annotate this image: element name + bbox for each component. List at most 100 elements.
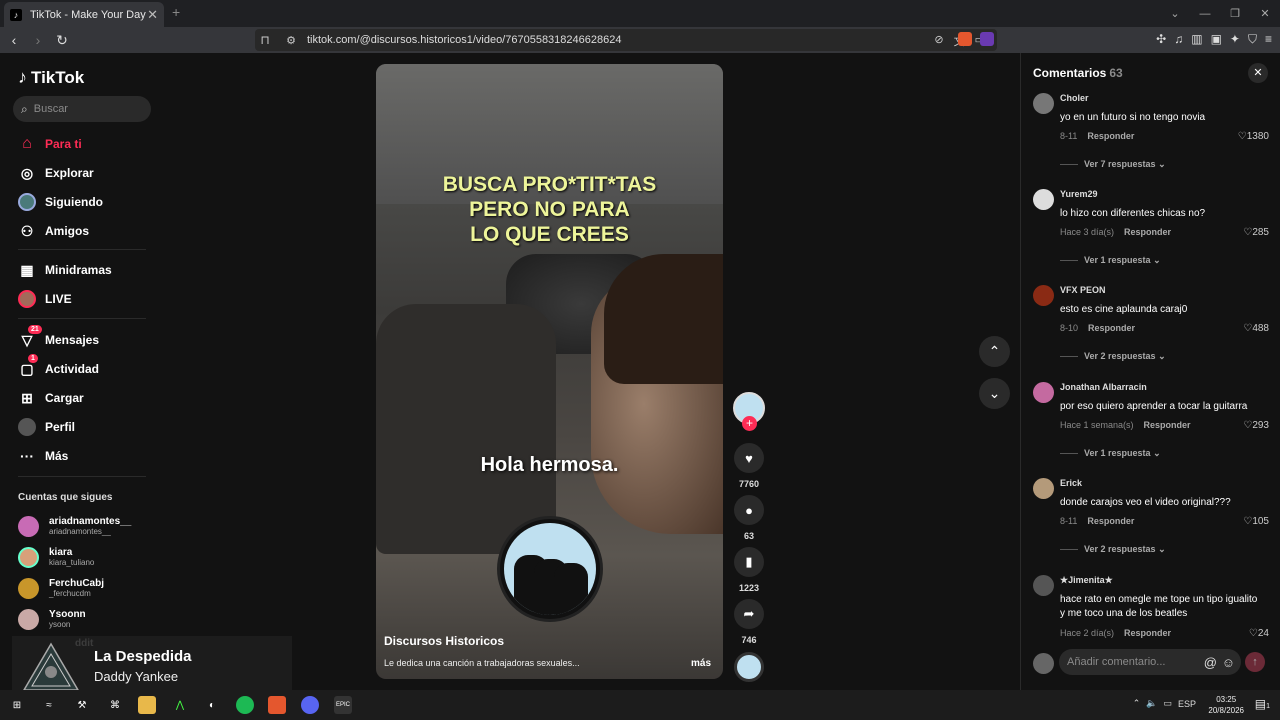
view-replies-button[interactable]: Ver 1 respuesta ⌄	[1060, 255, 1161, 266]
view-replies-button[interactable]: Ver 1 respuesta ⌄	[1060, 448, 1161, 459]
search-input[interactable]: ⌕ Buscar	[13, 96, 151, 122]
comment-like-button[interactable]: ♡24	[1249, 628, 1269, 639]
epic-games-icon[interactable]: EPIC	[334, 696, 352, 714]
taskbar-app-icon[interactable]: ◐	[203, 696, 221, 714]
nav-live[interactable]: LIVE	[18, 289, 72, 309]
close-icon[interactable]: ✕	[1248, 63, 1268, 83]
taskbar-app-icon[interactable]: ⋀	[171, 696, 189, 714]
window-close-icon[interactable]: ✕	[1250, 7, 1280, 20]
comment-like-button[interactable]: ♡285	[1243, 227, 1269, 238]
reply-button[interactable]: Responder	[1088, 323, 1135, 333]
extensions-icon[interactable]: ✣	[1156, 32, 1166, 47]
nav-explorar[interactable]: ◎ Explorar	[18, 163, 94, 183]
comment-like-button[interactable]: ♡1380	[1238, 131, 1269, 142]
view-replies-button[interactable]: Ver 2 respuestas ⌄	[1060, 351, 1166, 362]
nav-para-ti[interactable]: ⌂ Para ti	[18, 134, 82, 154]
leo-ai-icon[interactable]: ✦	[1230, 32, 1240, 47]
tray-chevron-icon[interactable]: ⌃	[1133, 698, 1141, 709]
save-button[interactable]: ▮	[734, 547, 764, 577]
following-item[interactable]: ariadnamontes__ ariadnamontes__	[18, 512, 131, 540]
emoji-icon[interactable]: ☺	[1222, 655, 1235, 670]
reply-button[interactable]: Responder	[1087, 516, 1134, 526]
comment-input[interactable]: Añadir comentario... @ ☺	[1059, 649, 1241, 675]
reply-button[interactable]: Responder	[1144, 420, 1191, 430]
taskbar-app-icon[interactable]: ≈	[40, 696, 58, 714]
wallet-icon[interactable]: ▣	[1211, 32, 1222, 47]
following-item[interactable]: kiara kiara_tuliano	[18, 543, 94, 571]
back-icon[interactable]: ‹	[4, 32, 24, 48]
avatar[interactable]	[1033, 189, 1054, 210]
comment-button[interactable]: ●	[734, 495, 764, 525]
media-icon[interactable]: ♫	[1174, 32, 1183, 47]
avatar[interactable]	[1033, 478, 1054, 499]
avatar[interactable]	[1033, 285, 1054, 306]
windows-start-icon[interactable]: ⊞	[8, 696, 26, 714]
brave-icon[interactable]	[268, 696, 286, 714]
menu-icon[interactable]: ≡	[1265, 32, 1272, 47]
comment-like-button[interactable]: ♡105	[1243, 516, 1269, 527]
sidebar-divider	[18, 318, 146, 319]
address-bar[interactable]: ⊓ ⚙ tiktok.com/@discursos.historicos1/vi…	[255, 29, 997, 51]
nav-siguiendo[interactable]: Siguiendo	[18, 192, 103, 212]
video-player[interactable]: BUSCA PRO*TIT*TAS PERO NO PARA LO QUE CR…	[376, 64, 723, 679]
forward-icon[interactable]: ›	[28, 32, 48, 48]
nav-amigos[interactable]: ⚇ Amigos	[18, 221, 89, 241]
music-disc-icon[interactable]	[734, 652, 764, 682]
sidebar-toggle-icon[interactable]: ▥	[1191, 32, 1202, 47]
avatar[interactable]	[1033, 382, 1054, 403]
tab-search-icon[interactable]: ⌄	[1160, 7, 1190, 20]
reply-button[interactable]: Responder	[1087, 131, 1134, 141]
share-button[interactable]: ➦	[734, 599, 764, 629]
following-item[interactable]: Ysoonn ysoon	[18, 605, 86, 633]
new-tab-button[interactable]: +	[172, 4, 180, 20]
view-replies-button[interactable]: Ver 7 respuestas ⌄	[1060, 159, 1166, 170]
clock[interactable]: 03:25 20/8/2026	[1208, 694, 1244, 716]
video-author[interactable]: Discursos Historicos	[384, 634, 504, 648]
comment-like-button[interactable]: ♡293	[1243, 420, 1269, 431]
discord-icon[interactable]	[301, 696, 319, 714]
nav-perfil[interactable]: Perfil	[18, 417, 75, 437]
taskbar-app-icon[interactable]: ⌘	[106, 696, 124, 714]
browser-tab[interactable]: ♪ TikTok - Make Your Day ✕	[4, 2, 164, 27]
send-comment-button[interactable]: ↑	[1245, 652, 1265, 672]
reply-button[interactable]: Responder	[1124, 628, 1171, 638]
next-video-button[interactable]: ⌄	[979, 378, 1010, 409]
brave-shield-icon[interactable]	[958, 32, 972, 46]
maximize-icon[interactable]: ❐	[1220, 7, 1250, 20]
vpn-icon[interactable]: ⛉	[1248, 32, 1257, 47]
mention-icon[interactable]: @	[1204, 655, 1217, 670]
network-icon[interactable]: ▭	[1163, 698, 1172, 709]
nav-mensajes[interactable]: ▽ 21 Mensajes	[18, 325, 99, 350]
volume-icon[interactable]: 🔈	[1146, 698, 1157, 709]
description-more-button[interactable]: más	[691, 658, 711, 669]
site-info-icon[interactable]: ⚙	[281, 34, 301, 47]
reload-icon[interactable]: ↻	[52, 32, 72, 49]
nav-actividad[interactable]: ▢ 1 Actividad	[18, 354, 99, 379]
like-button[interactable]: ♥	[734, 443, 764, 473]
nav-mas[interactable]: ··· Más	[18, 446, 68, 466]
notifications-icon[interactable]: ▤1	[1255, 697, 1270, 711]
previous-video-button[interactable]: ⌃	[979, 336, 1010, 367]
brave-rewards-icon[interactable]	[980, 32, 994, 46]
activity-badge: 1	[28, 354, 38, 363]
minimize-icon[interactable]: —	[1190, 8, 1220, 20]
taskbar-app-icon[interactable]: ⚒	[73, 696, 91, 714]
bookmark-icon: ▮	[745, 554, 753, 569]
spotify-icon[interactable]	[236, 696, 254, 714]
following-item[interactable]: FerchuCabj _ferchucdm	[18, 574, 104, 602]
nav-minidramas[interactable]: ▦ Minidramas	[18, 260, 111, 280]
bookmark-icon[interactable]: ⊓	[255, 33, 275, 47]
avatar[interactable]	[1033, 93, 1054, 114]
follow-plus-icon[interactable]: +	[742, 416, 757, 431]
language-indicator[interactable]: ESP	[1178, 699, 1196, 709]
avatar[interactable]	[1033, 575, 1054, 596]
mute-icon[interactable]: ⊘	[934, 33, 943, 49]
file-explorer-icon[interactable]	[138, 696, 156, 714]
tab-close-icon[interactable]: ✕	[147, 7, 158, 23]
view-replies-button[interactable]: Ver 2 respuestas ⌄	[1060, 544, 1166, 555]
nav-cargar[interactable]: ⊞ Cargar	[18, 388, 84, 408]
reply-button[interactable]: Responder	[1124, 227, 1171, 237]
url-text[interactable]: tiktok.com/@discursos.historicos1/video/…	[307, 34, 621, 46]
tiktok-logo[interactable]: ♪ TikTok	[18, 67, 84, 88]
comment-like-button[interactable]: ♡488	[1243, 323, 1269, 334]
